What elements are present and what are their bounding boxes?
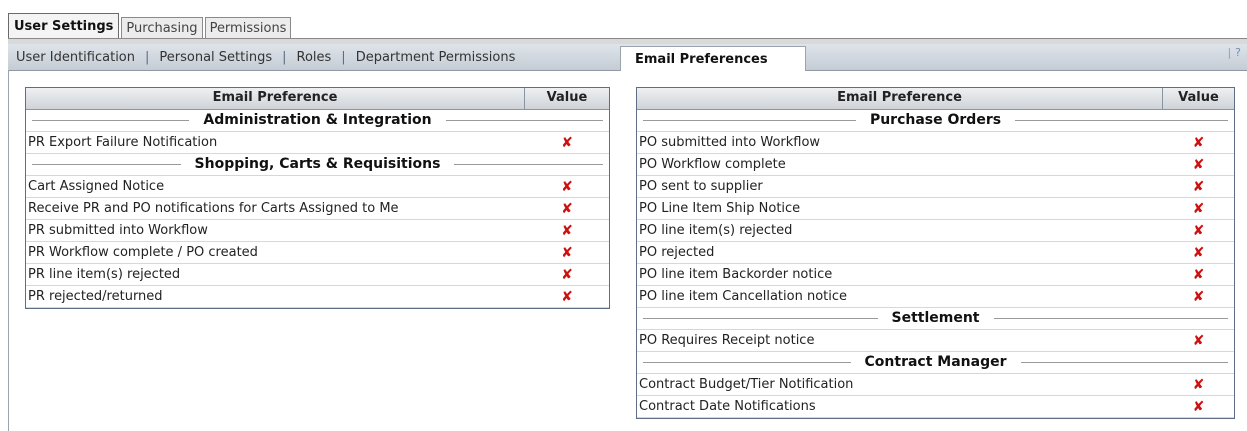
sub-navigation: User Identification | Personal Settings …: [8, 44, 1247, 71]
section-rule: [32, 120, 190, 121]
preference-label: Contract Budget/Tier Notification: [639, 377, 854, 392]
table-row: Cart Assigned Notice ✘: [26, 176, 609, 198]
table-row: PO line item Backorder notice ✘: [637, 264, 1234, 286]
section-rule: [993, 318, 1228, 319]
section-rule: [32, 164, 181, 165]
subnav-roles[interactable]: Roles: [297, 50, 332, 65]
section-rule: [1015, 120, 1229, 121]
column-header-value: Value: [546, 90, 588, 105]
preference-label: PO submitted into Workflow: [639, 135, 821, 150]
preference-label: PO sent to supplier: [639, 179, 763, 194]
table-header: Email Preference Value: [637, 88, 1234, 110]
preference-label: PO Requires Receipt notice: [639, 333, 815, 348]
section-header: Administration & Integration: [26, 110, 609, 132]
preference-label: Contract Date Notifications: [639, 399, 816, 414]
table-row: PO line item Cancellation notice ✘: [637, 286, 1234, 308]
disabled-x-icon[interactable]: ✘: [525, 264, 609, 285]
subnav-department-permissions[interactable]: Department Permissions: [356, 50, 516, 65]
disabled-x-icon[interactable]: ✘: [1163, 176, 1234, 197]
table-row: PO rejected ✘: [637, 242, 1234, 264]
disabled-x-icon[interactable]: ✘: [1163, 330, 1234, 351]
disabled-x-icon[interactable]: ✘: [1163, 264, 1234, 285]
preference-label: PR Export Failure Notification: [28, 135, 218, 150]
section-header: Contract Manager: [637, 352, 1234, 374]
section-header: Purchase Orders: [637, 110, 1234, 132]
section-rule: [643, 318, 878, 319]
preference-label: Cart Assigned Notice: [28, 179, 165, 194]
disabled-x-icon[interactable]: ✘: [1163, 198, 1234, 219]
table-row: PR Workflow complete / PO created ✘: [26, 242, 609, 264]
disabled-x-icon[interactable]: ✘: [1163, 242, 1234, 263]
tab-purchasing[interactable]: Purchasing: [121, 17, 203, 39]
section-rule: [643, 120, 856, 121]
preference-label: PO line item Backorder notice: [639, 267, 833, 282]
disabled-x-icon[interactable]: ✘: [525, 242, 609, 263]
subnav-personal-settings[interactable]: Personal Settings: [159, 50, 272, 65]
tab-permissions[interactable]: Permissions: [204, 17, 292, 39]
tab-user-settings[interactable]: User Settings: [8, 13, 120, 39]
subnav-separator: |: [282, 49, 287, 65]
table-row: PO line item(s) rejected ✘: [637, 220, 1234, 242]
right-preferences-table: Email Preference Value Purchase Orders PO…: [636, 87, 1235, 419]
disabled-x-icon[interactable]: ✘: [525, 176, 609, 197]
section-title: Shopping, Carts & Requisitions: [194, 156, 441, 172]
disabled-x-icon[interactable]: ✘: [525, 198, 609, 219]
table-row: PO Requires Receipt notice ✘: [637, 330, 1234, 352]
subnav-email-preferences[interactable]: Email Preferences: [620, 46, 806, 71]
disabled-x-icon[interactable]: ✘: [1163, 286, 1234, 307]
section-title: Settlement: [891, 310, 980, 326]
subnav-separator: |: [341, 49, 346, 65]
section-rule: [454, 164, 603, 165]
left-preferences-table: Email Preference Value Administration & …: [25, 87, 610, 309]
section-rule: [643, 362, 851, 363]
section-title: Administration & Integration: [203, 112, 432, 128]
table-row: PR submitted into Workflow ✘: [26, 220, 609, 242]
disabled-x-icon[interactable]: ✘: [1163, 396, 1234, 417]
preference-label: PR submitted into Workflow: [28, 223, 208, 238]
column-header-email-preference: Email Preference: [26, 88, 525, 109]
disabled-x-icon[interactable]: ✘: [1163, 154, 1234, 175]
top-tab-bar: User Settings Purchasing Permissions: [8, 13, 293, 39]
preference-label: PR rejected/returned: [28, 289, 163, 304]
help-label[interactable]: ?: [1235, 46, 1241, 59]
section-title: Contract Manager: [864, 354, 1007, 370]
content-left-border: [8, 70, 9, 431]
section-header: Settlement: [637, 308, 1234, 330]
section-rule: [1020, 362, 1229, 363]
disabled-x-icon[interactable]: ✘: [525, 220, 609, 241]
table-row: PR Export Failure Notification ✘: [26, 132, 609, 154]
table-row: PO Line Item Ship Notice ✘: [637, 198, 1234, 220]
preference-label: PO line item(s) rejected: [639, 223, 793, 238]
table-row: PO Workflow complete ✘: [637, 154, 1234, 176]
subnav-user-identification[interactable]: User Identification: [16, 50, 135, 65]
preference-label: PO Workflow complete: [639, 157, 786, 172]
preference-label: Receive PR and PO notifications for Cart…: [28, 201, 399, 216]
table-row: PR line item(s) rejected ✘: [26, 264, 609, 286]
disabled-x-icon[interactable]: ✘: [1163, 220, 1234, 241]
subnav-separator: |: [145, 49, 150, 65]
table-row: Receive PR and PO notifications for Cart…: [26, 198, 609, 220]
table-row: PO sent to supplier ✘: [637, 176, 1234, 198]
preference-label: PO Line Item Ship Notice: [639, 201, 801, 216]
section-title: Purchase Orders: [869, 112, 1002, 128]
table-row: PR rejected/returned ✘: [26, 286, 609, 308]
section-header: Shopping, Carts & Requisitions: [26, 154, 609, 176]
disabled-x-icon[interactable]: ✘: [1163, 374, 1234, 395]
help-icon[interactable]: |?: [1227, 46, 1241, 59]
table-row: PO submitted into Workflow ✘: [637, 132, 1234, 154]
disabled-x-icon[interactable]: ✘: [525, 132, 609, 153]
preference-label: PR Workflow complete / PO created: [28, 245, 258, 260]
table-header: Email Preference Value: [26, 88, 609, 110]
table-row: Contract Date Notifications ✘: [637, 396, 1234, 418]
preference-label: PO rejected: [639, 245, 715, 260]
preference-label: PR line item(s) rejected: [28, 267, 181, 282]
disabled-x-icon[interactable]: ✘: [525, 286, 609, 307]
column-header-value: Value: [1178, 90, 1219, 105]
preference-label: PO line item Cancellation notice: [639, 289, 847, 304]
table-row: Contract Budget/Tier Notification ✘: [637, 374, 1234, 396]
section-rule: [445, 120, 604, 121]
column-header-email-preference: Email Preference: [637, 88, 1163, 109]
disabled-x-icon[interactable]: ✘: [1163, 132, 1234, 153]
